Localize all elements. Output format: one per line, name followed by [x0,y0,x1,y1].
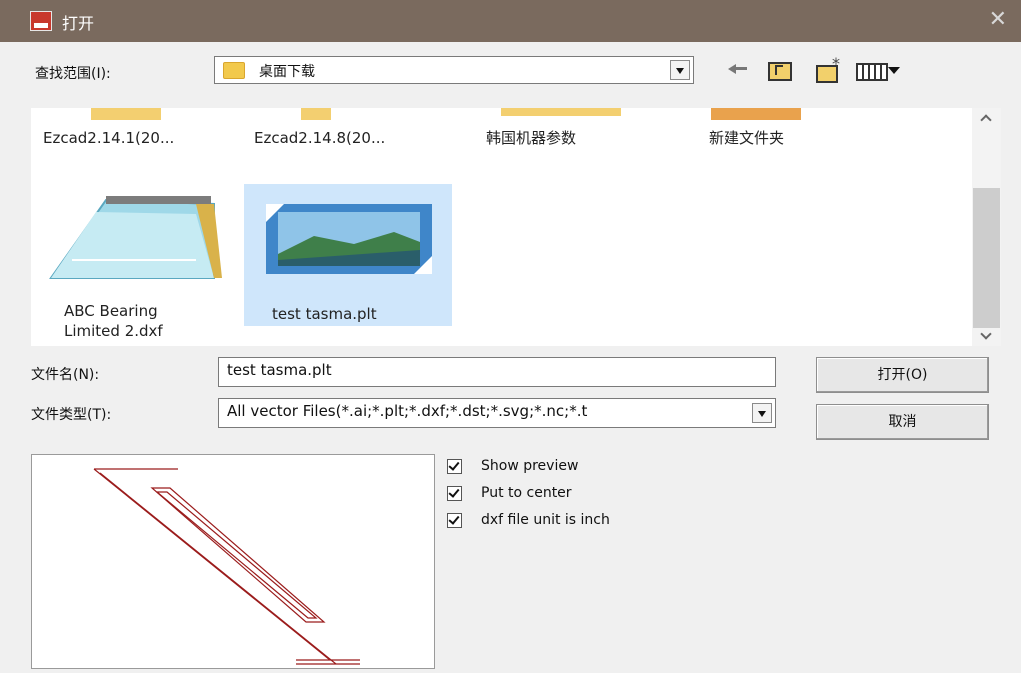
preview-panel [31,454,435,669]
new-folder-icon[interactable] [814,54,840,83]
up-folder-icon[interactable] [766,58,792,82]
folder-thumbnail [711,108,801,120]
folder-icon [223,62,245,79]
app-icon [30,11,52,31]
open-button[interactable]: 打开(O) [816,357,989,393]
plt-preview-drawing [93,468,360,665]
filename-input[interactable]: test tasma.plt [218,357,776,387]
file-item-new-folder[interactable]: 新建文件夹 [709,128,784,148]
filetype-value: All vector Files(*.ai;*.plt;*.dxf;*.dst;… [227,402,588,420]
file-name-line-2: Limited 2.dxf [64,322,163,340]
back-arrow-icon[interactable] [726,58,750,82]
file-name-line-1: test tasma.plt [272,305,377,323]
filetype-label: 文件类型(T): [31,407,112,423]
option-label: dxf file unit is inch [481,512,610,528]
dxf-inch-checkbox[interactable] [447,513,462,528]
folder-thumbnail [301,108,331,120]
open-file-dialog: 打开 ✕ 查找范围(I): 桌面下载 Ezcad2.14.1(20... Ezc… [0,0,1021,673]
lookin-dropdown[interactable]: 桌面下载 [214,56,694,84]
lookin-label: 查找范围(I): [35,66,111,82]
filename-label: 文件名(N): [31,367,100,383]
view-menu-icon[interactable] [854,58,904,82]
lookin-value: 桌面下载 [259,64,315,80]
file-item-ezcad-2-14-1[interactable]: Ezcad2.14.1(20... [43,128,174,148]
notepad-file-icon [49,196,222,279]
scroll-down-icon[interactable] [980,328,992,340]
option-label: Put to center [481,485,572,501]
close-icon[interactable]: ✕ [989,8,1007,32]
file-item-abc-bearing[interactable]: ABC Bearing Limited 2.dxf [36,186,226,346]
filetype-select[interactable]: All vector Files(*.ai;*.plt;*.dxf;*.dst;… [218,398,776,428]
file-item-ezcad-2-14-8[interactable]: Ezcad2.14.8(20... [254,128,385,148]
image-file-icon [266,204,432,274]
file-list-scrollbar[interactable] [972,108,1001,346]
scroll-up-icon[interactable] [980,114,992,126]
option-label: Show preview [481,458,579,474]
file-item-test-tasma[interactable]: test tasma.plt [244,184,452,326]
title-bar[interactable]: 打开 ✕ [0,0,1021,42]
check-icon [448,459,460,471]
file-item-korea-params[interactable]: 韩国机器参数 [486,128,576,148]
put-to-center-checkbox[interactable] [447,486,462,501]
check-icon [448,513,460,525]
preview-canvas [60,460,409,665]
chevron-down-icon[interactable] [752,403,772,423]
show-preview-checkbox[interactable] [447,459,462,474]
folder-thumbnail [91,108,161,120]
chevron-down-icon[interactable] [670,60,690,80]
file-name-line-1: ABC Bearing [64,302,158,320]
cancel-button[interactable]: 取消 [816,404,989,440]
scrollbar-thumb[interactable] [973,188,1000,328]
dialog-title: 打开 [62,14,95,33]
file-list[interactable]: Ezcad2.14.1(20... Ezcad2.14.8(20... 韩国机器… [31,108,1001,346]
check-icon [448,486,460,498]
folder-thumbnail [501,108,621,116]
